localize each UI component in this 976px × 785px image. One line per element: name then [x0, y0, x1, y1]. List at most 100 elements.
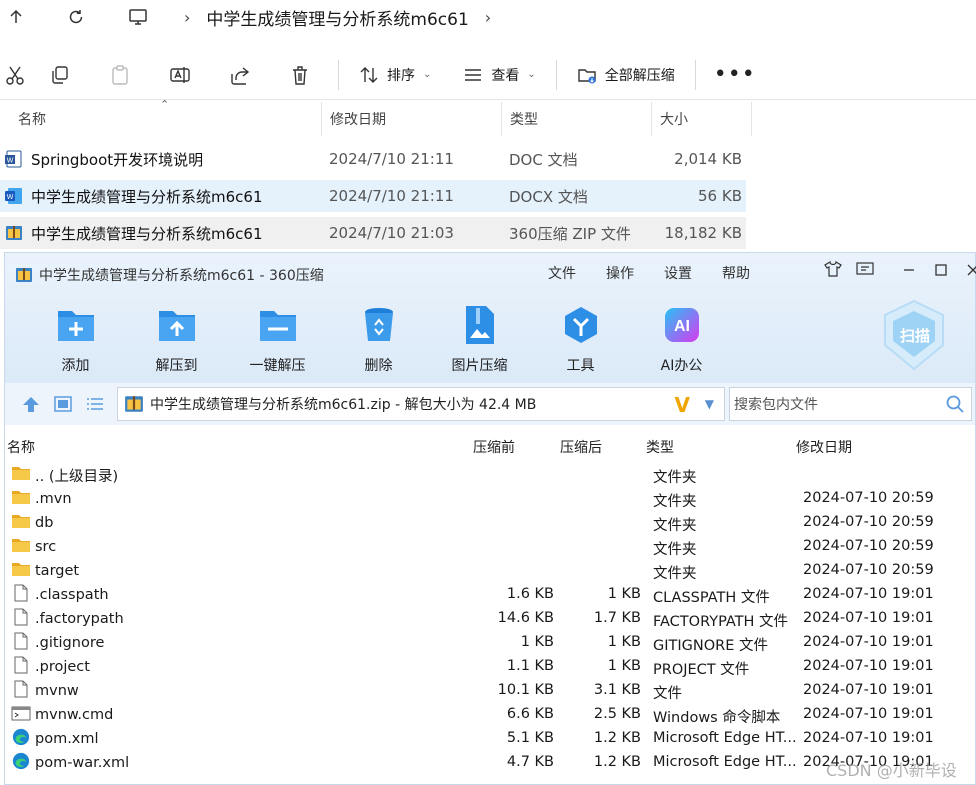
- zip-file-name: .mvn: [35, 491, 72, 507]
- breadcrumb-item[interactable]: 中学生成绩管理与分析系统m6c61: [206, 5, 468, 30]
- menu-operate[interactable]: 操作: [606, 263, 634, 283]
- zip-file-name-cell: pom.xml: [11, 727, 99, 751]
- refresh-icon[interactable]: [60, 2, 92, 32]
- ai-office-button[interactable]: AI AI办公: [631, 303, 732, 375]
- share-icon[interactable]: [210, 55, 270, 95]
- svg-text:W: W: [7, 194, 14, 201]
- cut-icon[interactable]: [0, 55, 30, 95]
- extract-all-label: 全部解压缩: [604, 67, 675, 84]
- word-doc-icon: W: [5, 150, 22, 168]
- zip-header-after[interactable]: 压缩后: [560, 437, 602, 457]
- zip-file-row[interactable]: .factorypath 14.6 KB 1.7 KB FACTORYPATH 文件 2…: [5, 607, 975, 631]
- toolbar-divider: [338, 59, 339, 90]
- menu-help[interactable]: 帮助: [722, 263, 750, 283]
- monitor-icon[interactable]: [122, 2, 154, 32]
- zip-file-name: .gitignore: [35, 635, 105, 651]
- file-row[interactable]: W Springboot开发环境说明 2024/7/10 21:11 DOC 文…: [0, 143, 750, 175]
- dropdown-arrow-icon[interactable]: ▼: [705, 397, 714, 411]
- column-header-type[interactable]: 类型: [502, 102, 652, 136]
- zip-file-size-after: 1.2 KB: [593, 730, 641, 746]
- sort-button[interactable]: 排序 ⌄: [347, 55, 443, 95]
- recycle-bin-icon: [357, 303, 401, 347]
- zip-file-name: pom.xml: [35, 731, 99, 747]
- zip-file-row[interactable]: mvnw 10.1 KB 3.1 KB 文件 2024-07-10 19:01: [5, 679, 975, 703]
- view-button[interactable]: 查看 ⌄: [451, 55, 547, 95]
- extract-to-button[interactable]: 解压到: [126, 303, 227, 375]
- zip-file-name: .factorypath: [35, 611, 124, 627]
- word-docx-icon: W: [5, 188, 22, 204]
- delete-icon[interactable]: [270, 55, 330, 95]
- zip-file-row[interactable]: db 文件夹 2024-07-10 20:59: [5, 511, 975, 535]
- paste-icon: [90, 55, 150, 95]
- zip-file-type: 文件夹: [653, 518, 697, 534]
- v-logo-icon[interactable]: V: [675, 393, 690, 417]
- ai-office-label: AI办公: [660, 358, 703, 374]
- zip-file-row[interactable]: .mvn 文件夹 2024-07-10 20:59: [5, 487, 975, 511]
- zip-file-row[interactable]: .. (上级目录) 文件夹: [5, 463, 975, 487]
- rename-icon[interactable]: [150, 55, 210, 95]
- zip-file-row[interactable]: .project 1.1 KB 1 KB PROJECT 文件 2024-07-10 1…: [5, 655, 975, 679]
- search-icon[interactable]: [945, 394, 965, 414]
- up-level-icon[interactable]: [21, 395, 41, 413]
- tools-button[interactable]: 工具: [530, 303, 631, 375]
- scan-button[interactable]: 扫描: [881, 299, 947, 371]
- feedback-message-icon[interactable]: [849, 261, 881, 281]
- thumbnail-view-icon[interactable]: [53, 395, 73, 413]
- chevron-right-icon[interactable]: ›: [485, 8, 491, 27]
- more-options-icon[interactable]: •••: [714, 62, 756, 87]
- delete-button[interactable]: 删除: [328, 303, 429, 375]
- image-compress-icon: [458, 303, 502, 347]
- extract-to-icon: [155, 303, 199, 347]
- svg-text:W: W: [7, 158, 14, 165]
- file-icon: [11, 584, 35, 606]
- file-name: 中学生成绩管理与分析系统m6c61: [31, 224, 263, 243]
- zip-file-date: 2024-07-10 19:01: [803, 658, 934, 674]
- zip-file-row[interactable]: .gitignore 1 KB 1 KB GITIGNORE 文件 2024-07-10…: [5, 631, 975, 655]
- zip-file-date: 2024-07-10 19:01: [803, 634, 934, 650]
- zip-column-headers: 名称 压缩前 压缩后 类型 修改日期: [5, 435, 975, 459]
- minimize-icon[interactable]: [893, 262, 925, 281]
- add-button[interactable]: 添加: [25, 303, 126, 375]
- file-row-hover[interactable]: 中学生成绩管理与分析系统m6c61 2024/7/10 21:03 360压缩 …: [0, 217, 746, 249]
- close-icon[interactable]: [957, 262, 976, 281]
- maximize-icon[interactable]: [925, 262, 957, 281]
- zip-file-row[interactable]: src 文件夹 2024-07-10 20:59: [5, 535, 975, 559]
- zip-header-name[interactable]: 名称: [7, 437, 35, 457]
- list-view-icon[interactable]: [85, 395, 105, 413]
- zip-header-before[interactable]: 压缩前: [473, 437, 515, 457]
- toolbar-divider: [694, 59, 696, 90]
- archive-path-field[interactable]: 中学生成绩管理与分析系统m6c61.zip - 解包大小为 42.4 MB V …: [117, 387, 725, 421]
- file-name-cell: 中学生成绩管理与分析系统m6c61: [0, 223, 320, 244]
- column-header-size[interactable]: 大小: [652, 102, 752, 136]
- search-in-archive-field[interactable]: 搜索包内文件: [729, 387, 972, 421]
- up-arrow-icon[interactable]: [0, 2, 32, 32]
- copy-icon[interactable]: [30, 55, 90, 95]
- sort-label: 排序: [387, 67, 415, 84]
- file-row-selected[interactable]: W 中学生成绩管理与分析系统m6c61 2024/7/10 21:11 DOCX…: [0, 180, 746, 212]
- zip-file-row[interactable]: pom.xml 5.1 KB 1.2 KB Microsoft Edge HT... 2…: [5, 727, 975, 751]
- image-compress-button[interactable]: 图片压缩: [429, 303, 530, 375]
- menu-settings[interactable]: 设置: [664, 263, 692, 283]
- zip-file-type: Windows 命令脚本: [653, 710, 781, 726]
- zip-file-size-before: 1 KB: [520, 634, 554, 650]
- skin-tshirt-icon[interactable]: [817, 260, 849, 281]
- zip-file-size-before: 14.6 KB: [497, 610, 554, 626]
- zip-file-name-cell: pom-war.xml: [11, 751, 129, 775]
- zip-header-type[interactable]: 类型: [646, 437, 674, 457]
- search-placeholder: 搜索包内文件: [734, 397, 818, 413]
- chevron-down-icon: ⌄: [423, 69, 432, 80]
- image-compress-label: 图片压缩: [451, 358, 508, 374]
- menu-file[interactable]: 文件: [548, 263, 576, 283]
- one-click-extract-button[interactable]: 一键解压: [227, 303, 328, 375]
- zip-header-date[interactable]: 修改日期: [796, 437, 852, 457]
- file-type: 360压缩 ZIP 文件: [509, 224, 631, 243]
- zip-file-type: Microsoft Edge HT...: [653, 730, 797, 746]
- zip-file-row[interactable]: mvnw.cmd 6.6 KB 2.5 KB Windows 命令脚本 2024-07-…: [5, 703, 975, 727]
- column-header-date[interactable]: 修改日期: [322, 102, 502, 136]
- zip-file-date: 2024-07-10 20:59: [803, 514, 934, 530]
- zip-file-size-after: 1.2 KB: [593, 754, 641, 770]
- extract-all-button[interactable]: 全部解压缩: [565, 55, 687, 95]
- zip-file-row[interactable]: target 文件夹 2024-07-10 20:59: [5, 559, 975, 583]
- zip-file-name-cell: .project: [11, 655, 90, 679]
- zip-file-row[interactable]: .classpath 1.6 KB 1 KB CLASSPATH 文件 2024-07-…: [5, 583, 975, 607]
